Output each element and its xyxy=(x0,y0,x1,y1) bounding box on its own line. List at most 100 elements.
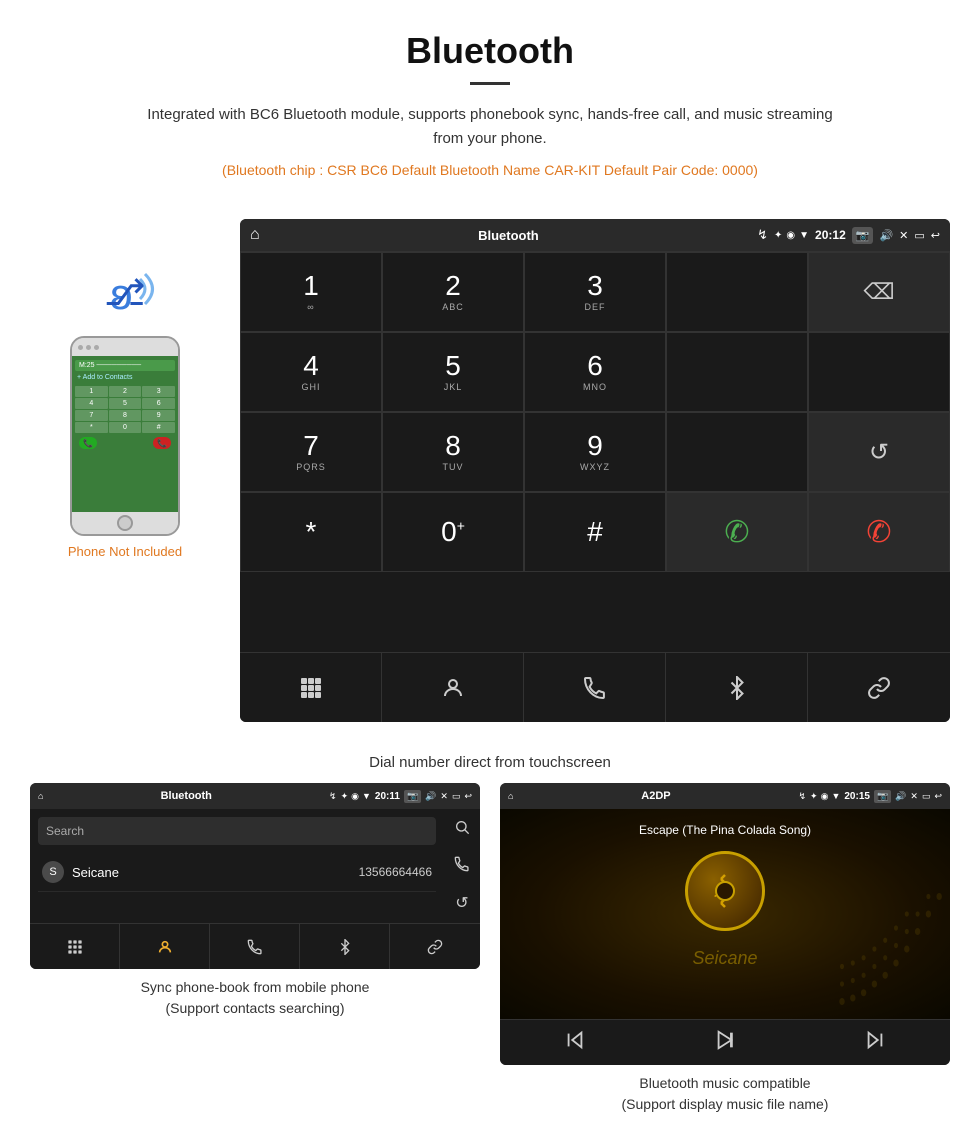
pb-back-icon[interactable]: ↩ xyxy=(464,791,472,802)
pb-home-icon[interactable]: ⌂ xyxy=(38,791,43,801)
title-divider xyxy=(470,82,510,85)
phone-add-contact: + Add to Contacts xyxy=(75,372,175,383)
phone-key-8[interactable]: 8 xyxy=(109,410,142,421)
page-header: Bluetooth Integrated with BC6 Bluetooth … xyxy=(0,0,980,209)
phone-screen: M:25 ───────── + Add to Contacts 1 2 3 4… xyxy=(72,356,178,512)
pb-search-box[interactable]: Search xyxy=(38,817,436,845)
phone-key-6[interactable]: 6 xyxy=(142,398,175,409)
phone-call-green[interactable]: 📞 xyxy=(79,437,97,449)
camera-icon: 📷 xyxy=(852,227,874,244)
dial-key-2[interactable]: 2ABC xyxy=(382,252,524,332)
phone-key-0[interactable]: 0 xyxy=(109,422,142,433)
dial-key-3[interactable]: 3DEF xyxy=(524,252,666,332)
dial-refresh[interactable]: ↺ xyxy=(808,412,950,492)
a2dp-usb-icon: ↯ xyxy=(799,791,807,802)
pb-side-phone-icon[interactable] xyxy=(454,856,470,877)
a2dp-next-btn[interactable] xyxy=(856,1021,894,1065)
phonebook-body: Search S Seicane 13566664466 xyxy=(30,809,444,900)
dial-action-link[interactable] xyxy=(808,653,950,722)
pb-btn-bt[interactable] xyxy=(300,924,390,969)
dial-action-bluetooth[interactable] xyxy=(666,653,808,722)
dial-backspace[interactable]: ⌫ xyxy=(808,252,950,332)
pb-screen-title: Bluetooth xyxy=(47,790,325,802)
dial-key-star[interactable]: * xyxy=(240,492,382,572)
a2dp-device-screen: ⌂ A2DP ↯ ✦ ◉ ▼ 20:15 📷 🔊 ✕ ▭ ↩ xyxy=(500,783,950,1065)
contact-avatar: S xyxy=(42,861,64,883)
pb-close-icon[interactable]: ✕ xyxy=(440,791,448,802)
pb-refresh-icon[interactable]: ↺ xyxy=(455,893,468,913)
phonebook-caption-line1: Sync phone-book from mobile phone xyxy=(30,977,480,998)
dial-device-screen: ⌂ Bluetooth ↯ ✦ ◉ ▼ 20:12 📷 🔊 ✕ ▭ ↩ xyxy=(240,219,950,722)
dial-key-0[interactable]: 0+ xyxy=(382,492,524,572)
phonebook-sidebar: ↺ xyxy=(444,809,480,923)
location-icon: ◉ xyxy=(786,230,795,241)
close-icon[interactable]: ✕ xyxy=(899,229,908,242)
pb-btn-link[interactable] xyxy=(390,924,480,969)
header-specs: (Bluetooth chip : CSR BC6 Default Blueto… xyxy=(140,159,840,181)
header-description: Integrated with BC6 Bluetooth module, su… xyxy=(140,103,840,151)
phone-key-hash[interactable]: # xyxy=(142,422,175,433)
pb-btn-phone[interactable] xyxy=(210,924,300,969)
music-content: Escape (The Pina Colada Song) ♪ xyxy=(500,809,950,941)
phone-column: ʚ ⎇ M:25 ───────── + Add to Contacts xyxy=(30,219,220,559)
dial-key-9[interactable]: 9WXYZ xyxy=(524,412,666,492)
pb-volume-icon: 🔊 xyxy=(425,791,436,802)
phone-key-4[interactable]: 4 xyxy=(75,398,108,409)
dial-key-6[interactable]: 6MNO xyxy=(524,332,666,412)
phone-key-7[interactable]: 7 xyxy=(75,410,108,421)
a2dp-close-icon[interactable]: ✕ xyxy=(910,791,918,802)
dial-key-4[interactable]: 4GHI xyxy=(240,332,382,412)
phonebook-main: Search S Seicane 13566664466 xyxy=(30,809,444,923)
bt-signal-icon: ʚ ⎇ xyxy=(90,259,160,326)
pb-usb-icon: ↯ xyxy=(329,791,337,802)
home-icon[interactable]: ⌂ xyxy=(250,226,260,244)
contact-row[interactable]: S Seicane 13566664466 xyxy=(38,853,436,892)
usb-icon: ↯ xyxy=(757,227,768,243)
dial-key-5[interactable]: 5JKL xyxy=(382,332,524,412)
phone-key-star[interactable]: * xyxy=(75,422,108,433)
phone-home-button[interactable] xyxy=(117,515,133,531)
phone-key-5[interactable]: 5 xyxy=(109,398,142,409)
volume-icon: 🔊 xyxy=(879,229,893,242)
a2dp-signal-icon: ▼ xyxy=(831,791,840,801)
svg-text:⎇: ⎇ xyxy=(104,272,145,313)
dial-action-phone[interactable] xyxy=(524,653,666,722)
back-icon[interactable]: ↩ xyxy=(931,229,940,242)
pb-btn-keypad[interactable] xyxy=(30,924,120,969)
phone-screen-header: M:25 ───────── xyxy=(75,360,175,371)
dial-empty-r2c5 xyxy=(808,332,950,412)
dial-key-hash[interactable]: # xyxy=(524,492,666,572)
svg-text:♪: ♪ xyxy=(713,884,720,900)
dial-key-8[interactable]: 8TUV xyxy=(382,412,524,492)
a2dp-back-icon[interactable]: ↩ xyxy=(934,791,942,802)
a2dp-window-icon: ▭ xyxy=(922,791,931,802)
pb-status-time: 20:11 xyxy=(375,791,400,802)
dial-action-bar xyxy=(240,652,950,722)
phonebook-caption: Sync phone-book from mobile phone (Suppo… xyxy=(30,977,480,1019)
dial-action-keypad[interactable] xyxy=(240,653,382,722)
music-album-art: ♪ xyxy=(685,851,765,931)
phonebook-device-screen: ⌂ Bluetooth ↯ ✦ ◉ ▼ 20:11 📷 🔊 ✕ ▭ ↩ xyxy=(30,783,480,969)
dial-key-7[interactable]: 7PQRS xyxy=(240,412,382,492)
phonebook-layout: Search S Seicane 13566664466 xyxy=(30,809,480,923)
dial-key-1[interactable]: 1∞ xyxy=(240,252,382,332)
a2dp-playpause-btn[interactable] xyxy=(706,1021,744,1065)
a2dp-controls xyxy=(500,1019,950,1065)
pb-bt-icon: ✦ xyxy=(341,791,349,802)
phone-key-2[interactable]: 2 xyxy=(109,386,142,397)
signal-icon: ▼ xyxy=(799,230,809,241)
bluetooth-icon-area: ʚ ⎇ xyxy=(90,259,160,326)
dial-call-red[interactable]: ✆ xyxy=(808,492,950,572)
phone-call-red[interactable]: 📞 xyxy=(153,437,171,449)
pb-search-placeholder: Search xyxy=(46,824,84,838)
pb-btn-contacts[interactable] xyxy=(120,924,210,969)
dial-call-green[interactable]: ✆ xyxy=(666,492,808,572)
a2dp-bt-icon: ✦ xyxy=(810,791,818,802)
phone-key-9[interactable]: 9 xyxy=(142,410,175,421)
phone-key-1[interactable]: 1 xyxy=(75,386,108,397)
phone-key-3[interactable]: 3 xyxy=(142,386,175,397)
dial-action-contacts[interactable] xyxy=(382,653,524,722)
pb-search-icon[interactable] xyxy=(454,819,470,840)
a2dp-home-icon[interactable]: ⌂ xyxy=(508,791,513,801)
a2dp-prev-btn[interactable] xyxy=(556,1021,594,1065)
